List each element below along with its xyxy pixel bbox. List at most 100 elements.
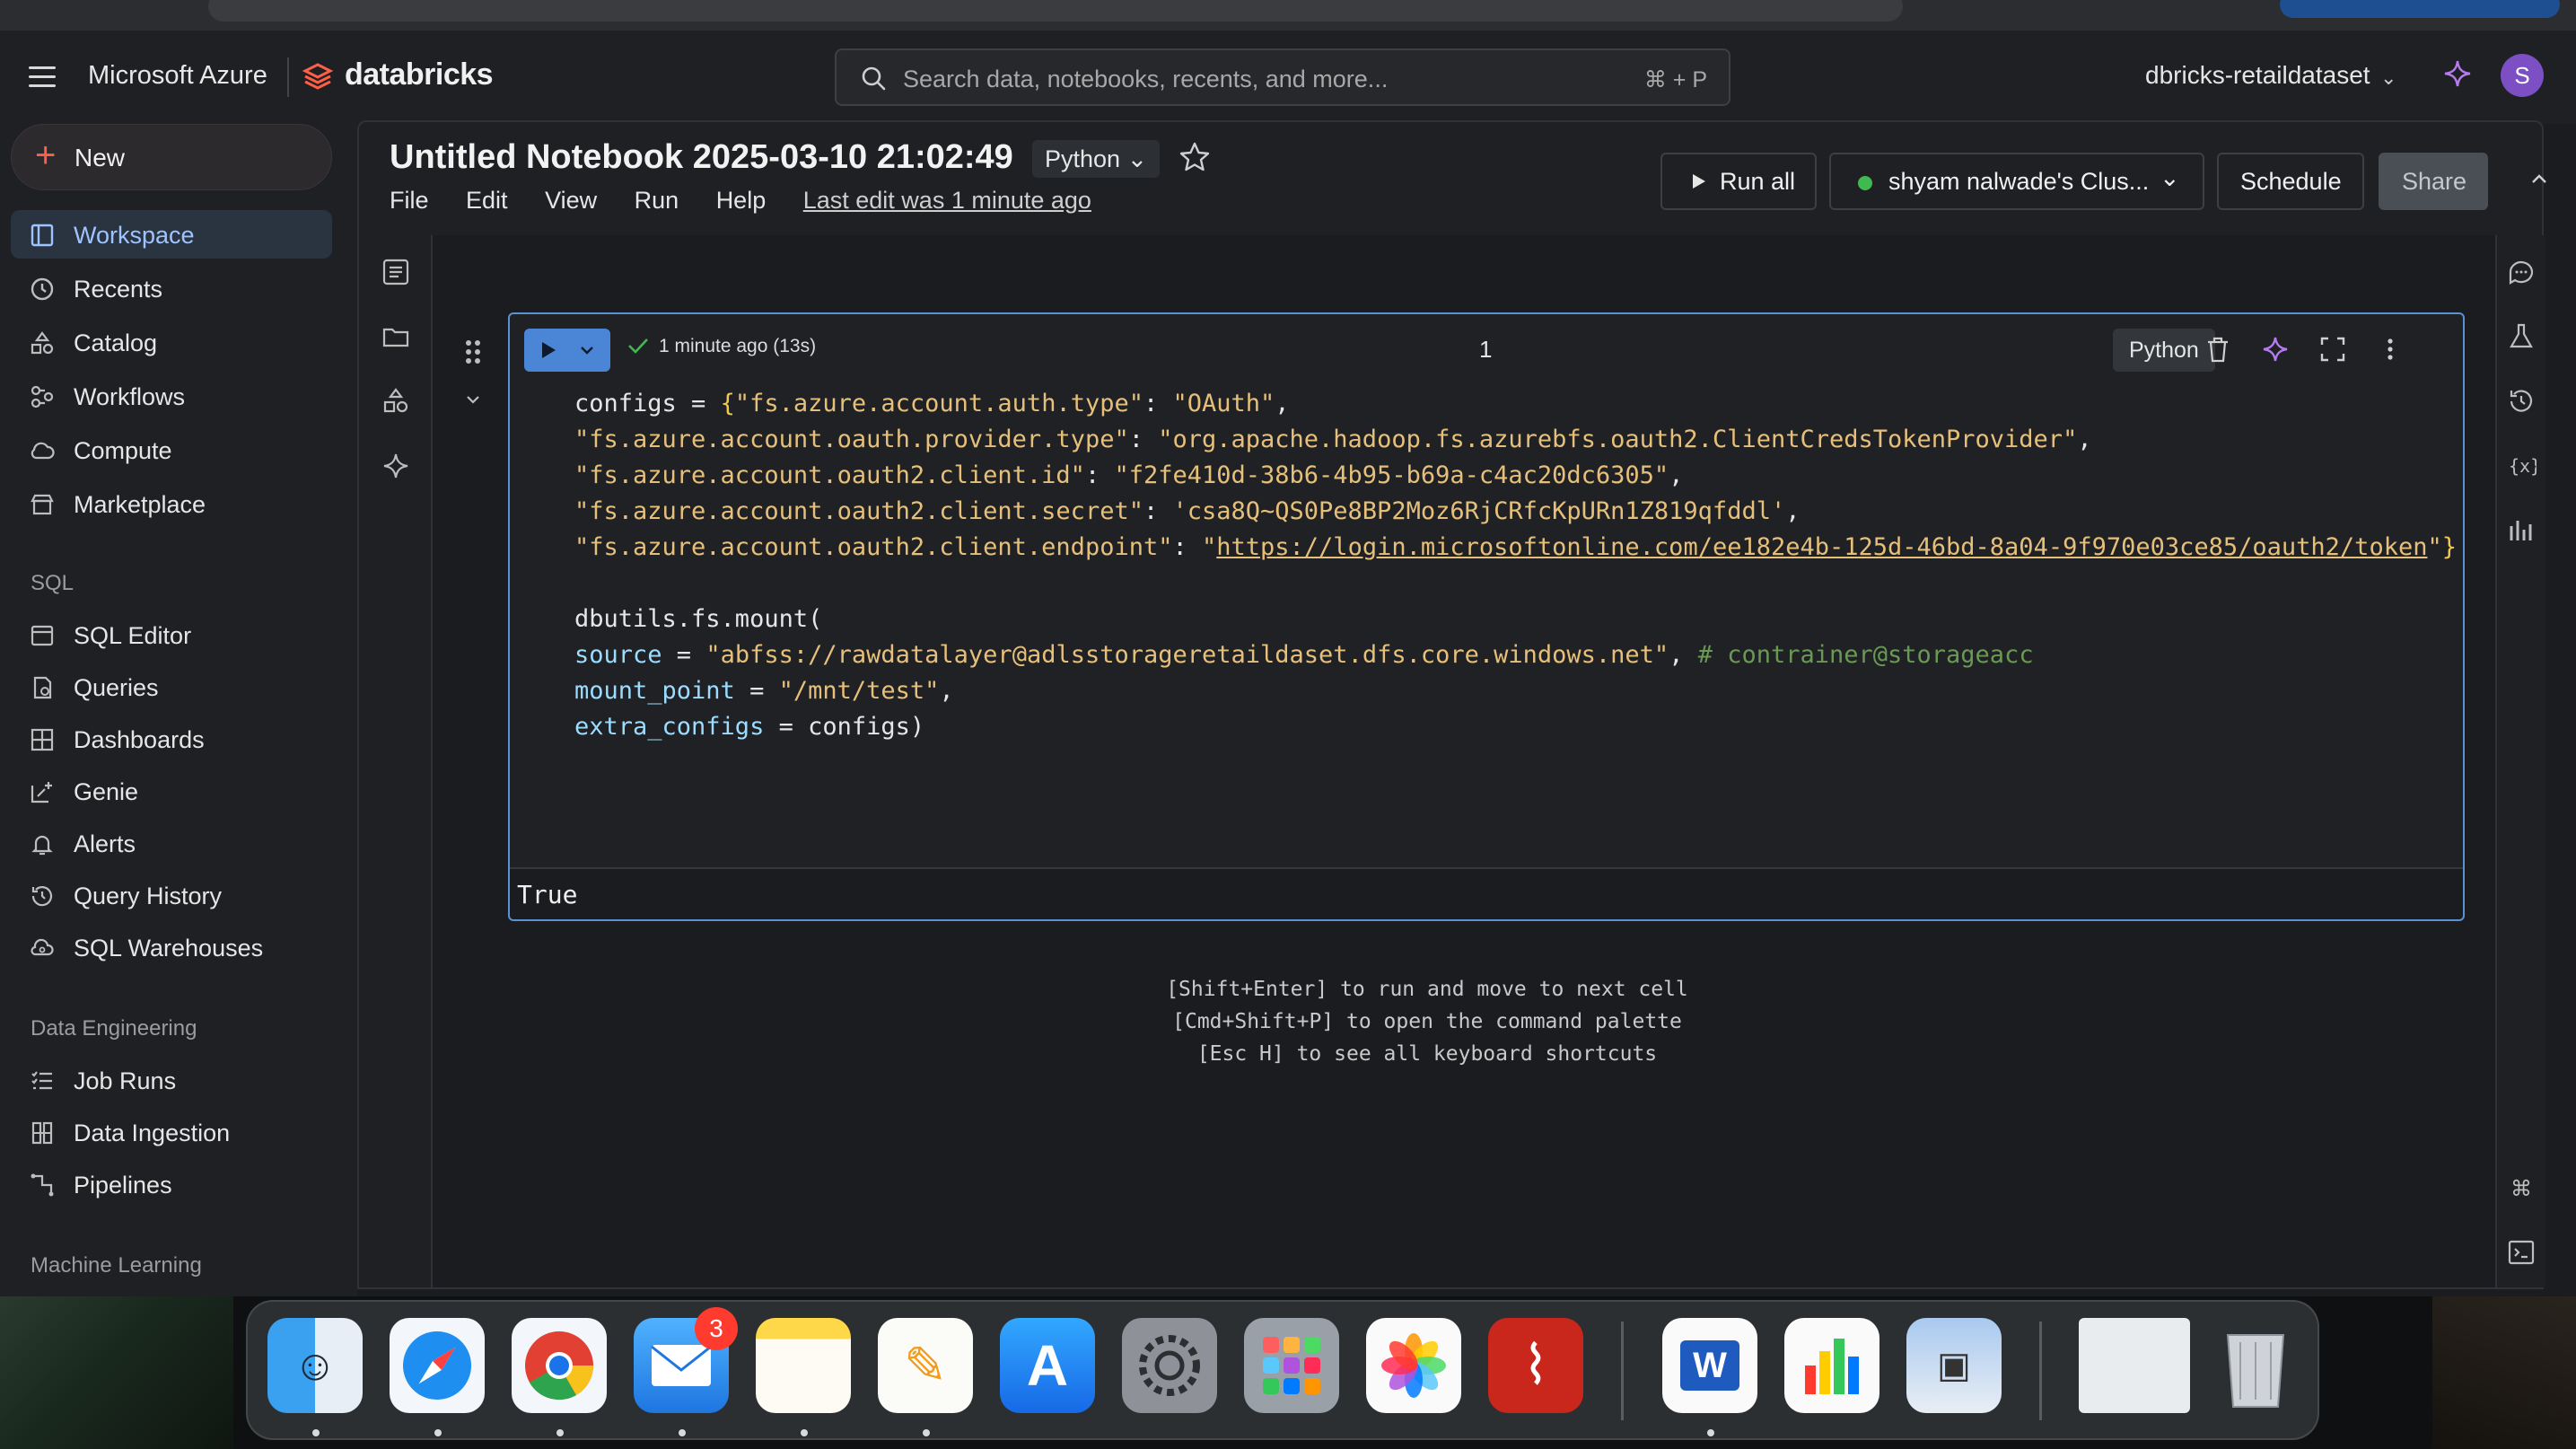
chevron-down-icon[interactable]: [461, 388, 485, 411]
menu-edit[interactable]: Edit: [466, 187, 508, 214]
code-token: =: [662, 641, 706, 669]
user-avatar[interactable]: S: [2501, 54, 2544, 97]
launchpad-icon[interactable]: [1244, 1318, 1339, 1413]
hamburger-menu-icon[interactable]: [29, 66, 56, 88]
bar-chart-icon[interactable]: [2506, 515, 2537, 546]
chevron-up-icon[interactable]: [2526, 165, 2553, 192]
code-token: "fs.azure.account.oauth.provider.type": [574, 426, 1129, 453]
sidebar-item-queries[interactable]: Queries: [11, 663, 332, 711]
more-vertical-icon[interactable]: [2375, 334, 2405, 364]
code-line[interactable]: "fs.azure.account.oauth2.client.secret":…: [574, 494, 2450, 530]
photos-icon[interactable]: [1366, 1318, 1461, 1413]
code-cell[interactable]: 1 minute ago (13s) 1 Python configs = {"…: [508, 312, 2465, 921]
trash-icon[interactable]: [2208, 1318, 2303, 1413]
brand-name[interactable]: databricks: [345, 57, 494, 92]
table-of-contents-icon[interactable]: [381, 257, 411, 287]
assistant-sparkle-icon[interactable]: [381, 451, 411, 481]
sidebar-item-marketplace[interactable]: Marketplace: [11, 479, 332, 528]
ingestion-icon: [31, 1121, 53, 1145]
star-icon[interactable]: [1178, 140, 1212, 174]
wallpaper-right: [2432, 1296, 2576, 1449]
code-line[interactable]: "fs.azure.account.oauth2.client.endpoint…: [574, 530, 2457, 566]
finder-icon[interactable]: ☺: [267, 1318, 363, 1413]
code-line[interactable]: "fs.azure.account.oauth.provider.type": …: [574, 422, 2450, 458]
notebook-title[interactable]: Untitled Notebook 2025-03-10 21:02:49: [390, 138, 1013, 177]
experiment-flask-icon[interactable]: [2506, 321, 2537, 352]
menu-view[interactable]: View: [545, 187, 597, 214]
code-line[interactable]: mount_point = "/mnt/test",: [574, 673, 2450, 709]
code-token: ,: [2077, 426, 2092, 453]
menu-help[interactable]: Help: [716, 187, 767, 214]
notes-icon[interactable]: [756, 1318, 851, 1413]
code-token: 'csa8Q~QS0Pe8BP2Moz6RjCRfcKpURn1Z819qfdd…: [1172, 497, 1786, 525]
word-icon[interactable]: W: [1662, 1318, 1757, 1413]
code-line[interactable]: "fs.azure.account.oauth2.client.id": "f2…: [574, 458, 2450, 494]
sidebar-item-data-ingestion[interactable]: Data Ingestion: [11, 1108, 332, 1156]
screenshot-thumbnail[interactable]: [2079, 1318, 2190, 1413]
assistant-sparkle-icon[interactable]: [2441, 57, 2474, 90]
search-placeholder: Search data, notebooks, recents, and mor…: [903, 66, 1389, 92]
code-token: :: [1172, 533, 1202, 561]
terminal-icon[interactable]: [2506, 1237, 2537, 1268]
schedule-button[interactable]: Schedule: [2217, 153, 2364, 210]
code-link[interactable]: https://login.microsoftonline.com/ee182e…: [1216, 533, 2427, 561]
last-edit-link[interactable]: Last edit was 1 minute ago: [803, 187, 1091, 214]
new-button[interactable]: + New: [11, 124, 332, 190]
sidebar-item-query-history[interactable]: Query History: [11, 871, 332, 919]
cell-language-button[interactable]: Python: [2113, 329, 2215, 372]
browser-address-bar[interactable]: [208, 0, 1903, 22]
assistant-sparkle-icon[interactable]: [2260, 334, 2291, 364]
sidebar-item-job-runs[interactable]: Job Runs: [11, 1056, 332, 1104]
hint-run-next: [Shift+Enter] to run and move to next ce…: [1166, 978, 1688, 1001]
trash-icon[interactable]: [2203, 334, 2233, 364]
comment-icon[interactable]: [2506, 257, 2537, 287]
notebook-language-select[interactable]: Python ⌄: [1032, 140, 1161, 178]
sidebar-item-sql-editor[interactable]: SQL Editor: [11, 610, 332, 659]
sidebar-item-genie[interactable]: Genie: [11, 767, 332, 815]
sidebar-item-dashboards[interactable]: Dashboards: [11, 715, 332, 763]
numbers-icon[interactable]: [1784, 1318, 1879, 1413]
chevron-down-icon[interactable]: [578, 341, 596, 359]
folder-icon[interactable]: [381, 321, 411, 352]
menu-run[interactable]: Run: [635, 187, 679, 214]
sidebar-item-pipelines[interactable]: Pipelines: [11, 1160, 332, 1208]
acrobat-icon[interactable]: ⌇: [1488, 1318, 1583, 1413]
safari-icon[interactable]: [390, 1318, 485, 1413]
code-line[interactable]: configs = {"fs.azure.account.auth.type":…: [574, 386, 2450, 422]
chrome-icon[interactable]: [512, 1318, 607, 1413]
sidebar-item-catalog[interactable]: Catalog: [11, 318, 332, 366]
share-button[interactable]: Share: [2379, 153, 2488, 210]
sidebar-item-workflows[interactable]: Workflows: [11, 372, 332, 420]
preview-icon[interactable]: ▣: [1906, 1318, 2002, 1413]
sidebar-item-alerts[interactable]: Alerts: [11, 819, 332, 867]
sidebar-item-compute[interactable]: Compute: [11, 426, 332, 474]
drag-handle-icon[interactable]: [461, 336, 485, 368]
system-settings-icon[interactable]: [1122, 1318, 1217, 1413]
history-icon[interactable]: [2506, 386, 2537, 417]
code-line[interactable]: dbutils.fs.mount(: [574, 602, 2450, 637]
code-line[interactable]: [574, 566, 2450, 602]
menu-file[interactable]: File: [390, 187, 429, 214]
variables-icon[interactable]: {x}: [2506, 451, 2537, 481]
global-search[interactable]: Search data, notebooks, recents, and mor…: [835, 48, 1730, 106]
browser-profile-button[interactable]: [2280, 0, 2560, 18]
cloud-icon: [31, 442, 55, 460]
chevron-down-icon[interactable]: ⌄: [2380, 66, 2396, 90]
code-line[interactable]: extra_configs = configs): [574, 709, 2450, 745]
sidebar-item-recents[interactable]: Recents: [11, 264, 332, 312]
command-key-icon[interactable]: ⌘: [2506, 1172, 2537, 1203]
cluster-selector[interactable]: shyam nalwade's Clus... ⌄: [1829, 153, 2204, 210]
catalog-icon[interactable]: [381, 386, 411, 417]
editor-icon: [31, 625, 54, 646]
sidebar-item-sql-warehouses[interactable]: SQL Warehouses: [11, 923, 332, 971]
code-editor[interactable]: configs = {"fs.azure.account.auth.type":…: [574, 386, 2457, 745]
sidebar-item-workspace[interactable]: Workspace: [11, 210, 332, 259]
fullscreen-icon[interactable]: [2318, 334, 2348, 364]
mail-badge: 3: [695, 1307, 738, 1350]
run-cell-button[interactable]: [524, 329, 610, 372]
code-line[interactable]: source = "abfss://rawdatalayer@adlsstora…: [574, 637, 2450, 673]
workspace-switcher[interactable]: dbricks-retaildataset: [2145, 61, 2370, 90]
pages-icon[interactable]: ✎: [878, 1318, 973, 1413]
app-store-icon[interactable]: A: [1000, 1318, 1095, 1413]
run-all-button[interactable]: Run all: [1660, 153, 1817, 210]
